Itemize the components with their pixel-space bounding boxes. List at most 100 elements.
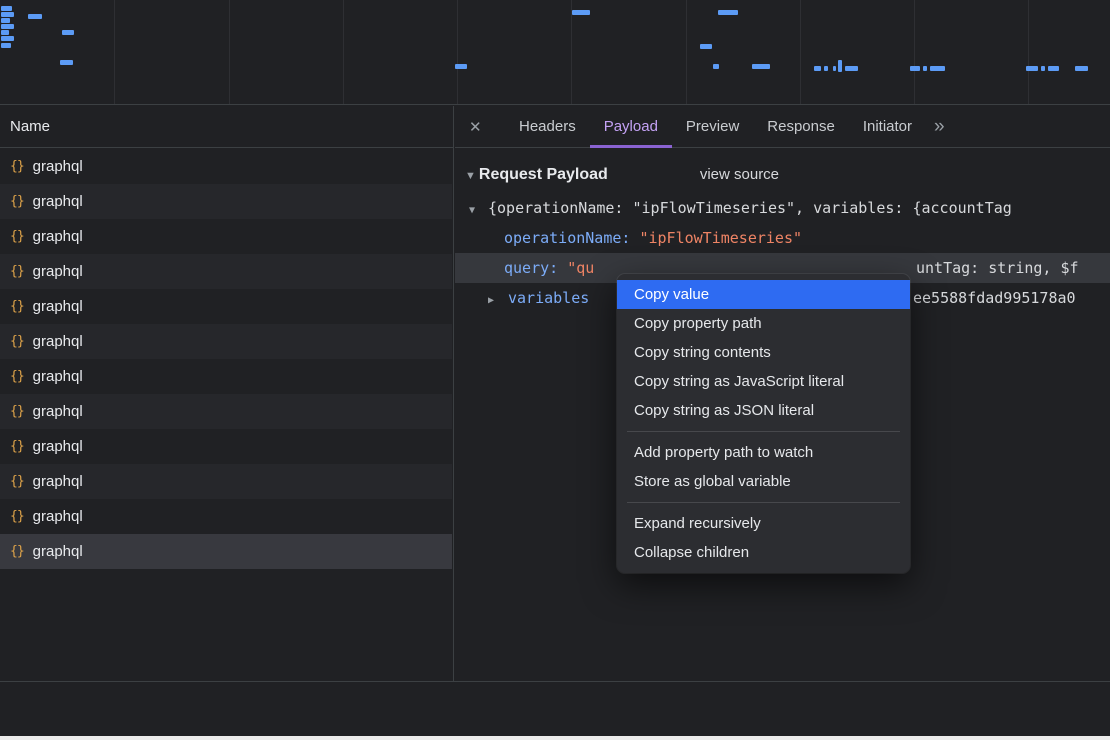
tab-preview[interactable]: Preview bbox=[672, 106, 753, 148]
json-braces-icon: {} bbox=[10, 299, 24, 314]
menu-item-add-property-path-to-watch[interactable]: Add property path to watch bbox=[617, 438, 910, 467]
request-name: graphql bbox=[33, 473, 83, 490]
view-source-link[interactable]: view source bbox=[700, 166, 779, 183]
object-preview-text: {operationName: "ipFlowTimeseries", vari… bbox=[488, 199, 1012, 217]
json-braces-icon: {} bbox=[10, 544, 24, 559]
tab-initiator[interactable]: Initiator bbox=[849, 106, 926, 148]
request-row[interactable]: {}graphql bbox=[0, 429, 452, 464]
request-name: graphql bbox=[33, 368, 83, 385]
detail-tab-bar: ✕ HeadersPayloadPreviewResponseInitiator… bbox=[455, 106, 1110, 148]
tab-headers[interactable]: Headers bbox=[505, 106, 590, 148]
timeline-activity-bar bbox=[930, 66, 945, 71]
json-braces-icon: {} bbox=[10, 439, 24, 454]
timeline-activity-bar bbox=[1, 30, 9, 35]
request-row[interactable]: {}graphql bbox=[0, 184, 452, 219]
timeline-activity-bar bbox=[1, 6, 12, 11]
request-name: graphql bbox=[33, 333, 83, 350]
timeline-gridline bbox=[686, 0, 687, 104]
timeline-activity-bar bbox=[814, 66, 821, 71]
menu-item-copy-value[interactable]: Copy value bbox=[617, 280, 910, 309]
payload-root-row[interactable]: ▼{operationName: "ipFlowTimeseries", var… bbox=[455, 193, 1110, 223]
request-name: graphql bbox=[33, 193, 83, 210]
json-braces-icon: {} bbox=[10, 509, 24, 524]
summary-bar bbox=[0, 681, 1110, 736]
timeline-activity-bar bbox=[824, 66, 828, 71]
property-value: "qu bbox=[567, 259, 594, 277]
timeline-activity-bar bbox=[713, 64, 719, 69]
request-name: graphql bbox=[33, 158, 83, 175]
request-row[interactable]: {} graphql bbox=[0, 464, 452, 499]
request-row[interactable]: {} graphql bbox=[0, 219, 452, 254]
requests-panel: Name {} graphql {} graphql {} graphql {} graphq… bbox=[0, 106, 454, 681]
context-menu: Copy valueCopy property pathCopy string … bbox=[617, 274, 910, 573]
window-bottom-edge bbox=[0, 736, 1110, 740]
menu-item-collapse-children[interactable]: Collapse children bbox=[617, 538, 910, 567]
menu-divider bbox=[627, 431, 900, 432]
timeline-activity-bar bbox=[455, 64, 467, 69]
timeline-activity-bar bbox=[1026, 66, 1038, 71]
json-braces-icon: {} bbox=[10, 334, 24, 349]
timeline-gridline bbox=[343, 0, 344, 104]
request-name: graphql bbox=[33, 508, 83, 525]
timeline-activity-bar bbox=[28, 14, 42, 19]
disclosure-open-icon[interactable]: ▼ bbox=[469, 196, 488, 223]
property-key: query: bbox=[504, 259, 558, 277]
timeline-gridline bbox=[229, 0, 230, 104]
property-value: "ipFlowTimeseries" bbox=[639, 229, 802, 247]
menu-item-copy-string-as-javascript-literal[interactable]: Copy string as JavaScript literal bbox=[617, 367, 910, 396]
request-row[interactable]: {} graphql bbox=[0, 499, 452, 534]
payload-row-operationname[interactable]: operationName: "ipFlowTimeseries" bbox=[455, 223, 1110, 253]
request-row[interactable]: {} graphql bbox=[0, 254, 452, 289]
timeline-activity-bar bbox=[572, 10, 590, 15]
json-braces-icon: {} bbox=[10, 474, 24, 489]
menu-item-copy-property-path[interactable]: Copy property path bbox=[617, 309, 910, 338]
timeline-activity-bar bbox=[700, 44, 712, 49]
tab-response[interactable]: Response bbox=[753, 106, 849, 148]
timeline-activity-bar bbox=[1, 43, 11, 48]
timeline-activity-bar bbox=[845, 66, 858, 71]
property-value-continued: untTag: string, $f bbox=[916, 253, 1079, 283]
request-row[interactable]: {}graphql bbox=[0, 149, 452, 184]
menu-item-copy-string-contents[interactable]: Copy string contents bbox=[617, 338, 910, 367]
request-name: graphql bbox=[33, 228, 83, 245]
more-tabs-icon[interactable]: » bbox=[934, 116, 945, 138]
request-row[interactable]: {}graphql bbox=[0, 359, 452, 394]
timeline-activity-bar bbox=[833, 66, 836, 71]
request-payload-title: Request Payload bbox=[479, 166, 608, 184]
json-braces-icon: {} bbox=[10, 264, 24, 279]
json-braces-icon: {} bbox=[10, 404, 24, 419]
timeline-activity-bar bbox=[1, 12, 14, 17]
timeline-gridline bbox=[571, 0, 572, 104]
name-column-header[interactable]: Name bbox=[0, 106, 453, 148]
json-braces-icon: {} bbox=[10, 229, 24, 244]
timeline-gridline bbox=[800, 0, 801, 104]
timeline-activity-bar bbox=[718, 10, 738, 15]
request-row[interactable]: {} graphql bbox=[0, 324, 452, 359]
timeline-activity-bar bbox=[1041, 66, 1045, 71]
request-name: graphql bbox=[33, 403, 83, 420]
network-overview-timeline[interactable] bbox=[0, 0, 1110, 105]
disclosure-open-icon[interactable]: ▼ bbox=[465, 170, 476, 182]
timeline-activity-bar bbox=[923, 66, 927, 71]
timeline-activity-bar bbox=[1, 24, 14, 29]
close-icon[interactable]: ✕ bbox=[469, 118, 505, 136]
request-row[interactable]: {} graphql bbox=[0, 534, 452, 569]
timeline-activity-bar bbox=[1, 18, 10, 23]
request-name: graphql bbox=[33, 263, 83, 280]
request-name: graphql bbox=[33, 543, 83, 560]
timeline-activity-bar bbox=[1075, 66, 1088, 71]
menu-divider bbox=[627, 502, 900, 503]
tab-payload[interactable]: Payload bbox=[590, 106, 672, 148]
request-row[interactable]: {}graphql bbox=[0, 289, 452, 324]
timeline-activity-bar bbox=[62, 30, 74, 35]
menu-item-copy-string-as-json-literal[interactable]: Copy string as JSON literal bbox=[617, 396, 910, 425]
property-key: operationName: bbox=[504, 229, 630, 247]
menu-item-expand-recursively[interactable]: Expand recursively bbox=[617, 509, 910, 538]
property-key: variables bbox=[508, 289, 589, 307]
timeline-gridline bbox=[114, 0, 115, 104]
menu-item-store-as-global-variable[interactable]: Store as global variable bbox=[617, 467, 910, 496]
timeline-activity-bar bbox=[60, 60, 73, 65]
disclosure-closed-icon[interactable]: ▶ bbox=[488, 286, 508, 313]
timeline-activity-bar bbox=[910, 66, 920, 71]
request-row[interactable]: {} graphql bbox=[0, 394, 452, 429]
